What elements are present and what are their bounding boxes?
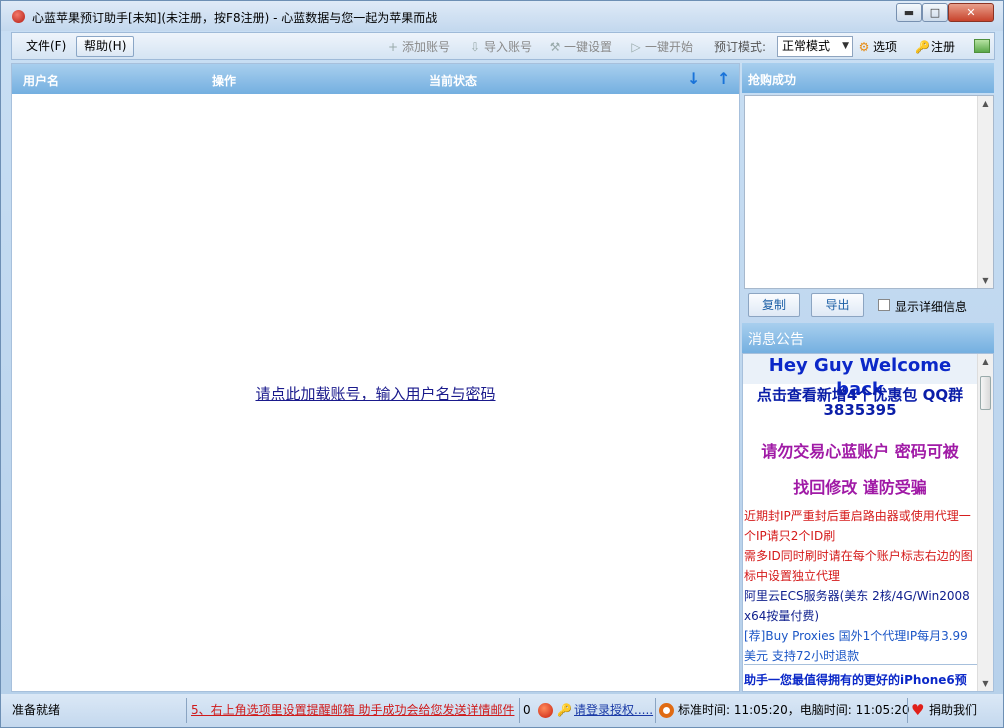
main-window: 心蓝苹果预订助手[未知](未注册，按F8注册) - 心蓝数据与您一起为苹果而战 … <box>0 0 1004 728</box>
stop-icon[interactable] <box>538 703 553 718</box>
export-button[interactable]: 导出 <box>811 293 864 317</box>
clock-icon <box>659 703 674 718</box>
notice-ecs-link[interactable]: 阿里云ECS服务器(美东 2核/4G/Win2008 x64按量付费) <box>744 586 977 626</box>
show-details-checkbox[interactable] <box>878 299 890 311</box>
booking-mode-value: 正常模式 <box>782 39 831 53</box>
right-panel: 抢购成功 ▲ ▼ 复制 导出 显示详细信息 消息公告 Hey Guy Welco… <box>742 63 994 692</box>
close-button[interactable]: ✕ <box>948 3 994 22</box>
scroll-down-icon[interactable]: ▼ <box>978 676 993 691</box>
heart-icon: ♥ <box>911 701 925 719</box>
notice-proxy-tip: 需多ID同时刷时请在每个账户标志右边的图标中设置独立代理 <box>744 549 973 583</box>
success-log-textarea[interactable]: ▲ ▼ <box>744 95 994 289</box>
scroll-thumb[interactable] <box>980 376 991 410</box>
notice-proxies-link[interactable]: [荐]Buy Proxies 国外1个代理IP每月3.99美元 支持72小时退款 <box>744 626 977 666</box>
notice-ip-tip: 近期封IP严重封后重启路由器或使用代理一个IP请只2个ID刷 <box>744 509 971 543</box>
arrow-up-icon[interactable]: ↑ <box>717 69 730 88</box>
window-title: 心蓝苹果预订助手[未知](未注册，按F8注册) - 心蓝数据与您一起为苹果而战 <box>32 11 438 25</box>
column-header-status[interactable]: 当前状态 <box>429 72 477 89</box>
notice-qq-link[interactable]: 点击查看新增4个优惠包 QQ群3835395 <box>743 388 977 418</box>
status-time: 标准时间: 11:05:20，电脑时间: 11:05:20 <box>678 703 910 717</box>
login-authorize-link[interactable]: 请登录授权..... <box>574 700 653 721</box>
options-button[interactable]: ⚙ 选项 <box>857 38 897 56</box>
donate-link[interactable]: 捐助我们 <box>929 700 977 721</box>
status-divider <box>519 698 520 723</box>
scroll-up-icon[interactable]: ▲ <box>978 96 993 111</box>
maximize-button[interactable]: □ <box>922 3 948 22</box>
notice-panel: Hey Guy Welcome back 点击查看新增4个优惠包 QQ群3835… <box>742 353 994 692</box>
status-divider <box>907 698 908 723</box>
column-header-username[interactable]: 用户名 <box>23 72 59 89</box>
notice-panel-title: 消息公告 <box>742 323 994 353</box>
scroll-down-icon[interactable]: ▼ <box>978 273 993 288</box>
arrow-down-icon[interactable]: ↓ <box>687 69 700 88</box>
copy-button[interactable]: 复制 <box>748 293 800 317</box>
import-icon: ⇩ <box>469 40 481 54</box>
notice-scrollbar[interactable]: ▲ ▼ <box>977 354 993 691</box>
table-header: 用户名 操作 当前状态 ↓ ↑ <box>12 64 739 94</box>
one-key-start-button[interactable]: ▷ 一键开始 <box>629 38 693 56</box>
one-key-start-label: 一键开始 <box>645 40 694 54</box>
load-accounts-link[interactable]: 请点此加载账号，输入用户名与密码 <box>12 383 739 404</box>
title-bar: 心蓝苹果预订助手[未知](未注册，按F8注册) - 心蓝数据与您一起为苹果而战 … <box>1 1 1003 31</box>
key-icon: 🔑 <box>557 703 572 717</box>
import-account-label: 导入账号 <box>484 40 533 54</box>
minimize-button[interactable]: ▬ <box>896 3 922 22</box>
play-icon: ▷ <box>631 40 641 54</box>
chevron-down-icon: ▼ <box>842 41 849 51</box>
add-account-button[interactable]: + 添加账号 <box>386 38 450 56</box>
notice-warning-line-1: 请勿交易心蓝账户 密码可被 <box>761 442 959 461</box>
gear-icon: ⚙ <box>858 40 870 54</box>
menu-file[interactable]: 文件(F) <box>18 36 74 57</box>
notice-warning-line-2: 找回修改 谨防受骗 <box>793 478 927 497</box>
booking-mode-select[interactable]: 正常模式 ▼ <box>777 36 853 57</box>
success-log-scrollbar[interactable]: ▲ ▼ <box>977 96 993 288</box>
import-account-button[interactable]: ⇩ 导入账号 <box>468 38 532 56</box>
success-panel-title: 抢购成功 <box>742 63 994 93</box>
status-ready: 准备就绪 <box>12 703 61 717</box>
show-details-label[interactable]: 显示详细信息 <box>895 298 967 315</box>
toolbar: 文件(F) 帮助(H) + 添加账号 ⇩ 导入账号 ⚒ 一键设置 ▷ 一键开始 预订模式… <box>11 32 995 60</box>
panel-toggle-icon[interactable] <box>974 39 990 53</box>
status-divider <box>655 698 656 723</box>
notice-content: Hey Guy Welcome back 点击查看新增4个优惠包 QQ群3835… <box>743 354 977 691</box>
register-label: 注册 <box>931 40 956 54</box>
one-key-setup-button[interactable]: ⚒ 一键设置 <box>548 38 612 56</box>
menu-help[interactable]: 帮助(H) <box>76 36 135 57</box>
register-button[interactable]: 🔑注册 <box>915 38 955 56</box>
column-header-operation[interactable]: 操作 <box>212 72 236 89</box>
one-key-setup-label: 一键设置 <box>564 40 613 54</box>
status-tip-link[interactable]: 5、右上角选项里设置提醒邮箱 助手成功会给您发送详情邮件 <box>191 700 514 721</box>
notice-footer: 助手一您最值得拥有的更好的iPhone6预 <box>744 664 977 688</box>
add-account-label: 添加账号 <box>402 40 451 54</box>
status-divider <box>186 698 187 723</box>
scroll-up-icon[interactable]: ▲ <box>978 354 993 369</box>
booking-mode-label: 预订模式: <box>714 40 767 54</box>
app-apple-icon <box>12 10 25 23</box>
status-bar: 准备就绪 5、右上角选项里设置提醒邮箱 助手成功会给您发送详情邮件 0 🔑 请登… <box>1 694 1003 727</box>
options-label: 选项 <box>873 40 898 54</box>
account-table-panel: 用户名 操作 当前状态 ↓ ↑ 请点此加载账号，输入用户名与密码 <box>11 63 740 692</box>
tools-icon: ⚒ <box>549 40 561 54</box>
add-icon: + <box>387 40 399 54</box>
status-count: 0 <box>523 703 531 717</box>
key-icon: 🔑 <box>915 40 930 54</box>
